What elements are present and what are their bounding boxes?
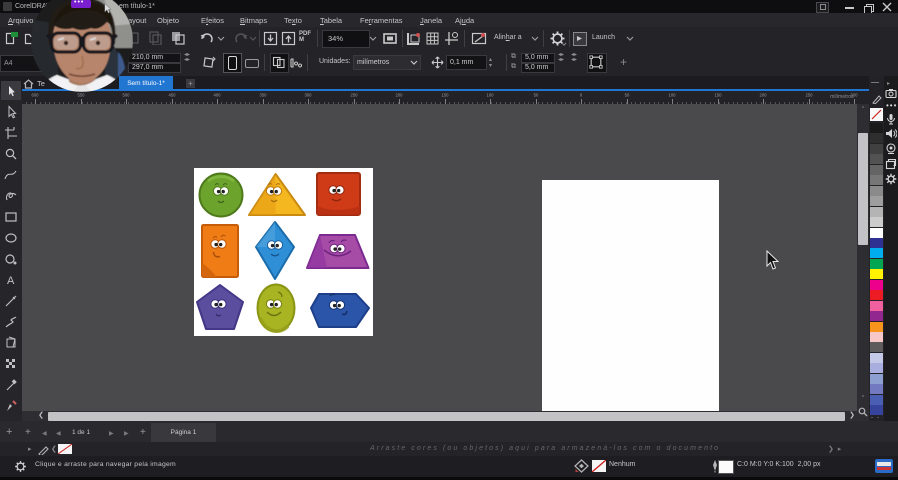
svg-text:A: A bbox=[7, 275, 15, 287]
